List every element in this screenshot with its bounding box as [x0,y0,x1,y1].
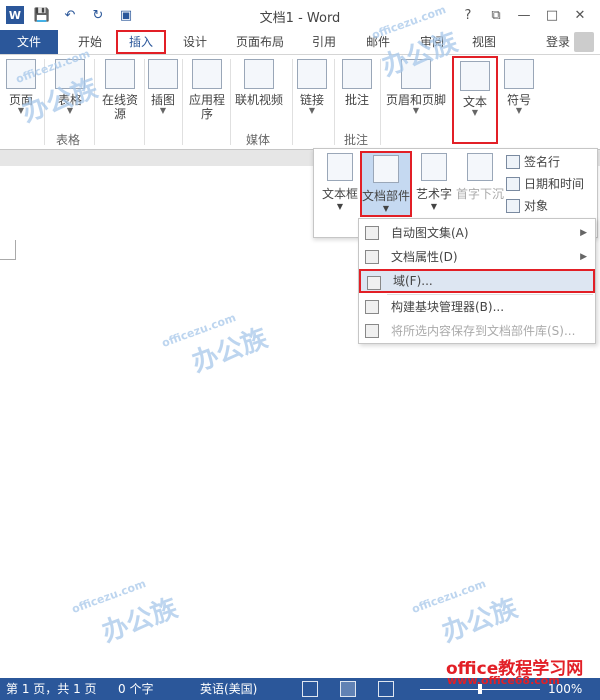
group-label-table: 表格 [56,133,81,147]
field-icon [367,276,381,290]
web-layout-icon[interactable] [378,681,394,697]
menu-item-document-property[interactable]: 文档属性(D) ▶ [359,245,595,269]
group-label-media: 媒体 [246,133,271,147]
login-link[interactable]: 登录 [546,32,570,52]
read-mode-icon[interactable] [302,681,318,697]
word-count[interactable]: 0 个字 [118,682,153,696]
chevron-down-icon: ▼ [382,204,390,213]
illustration-icon [148,59,178,89]
text-icon [460,61,490,91]
tab-file[interactable]: 文件 [0,30,58,54]
comment-icon [342,59,372,89]
print-layout-icon[interactable] [340,681,356,697]
page-count[interactable]: 第 1 页，共 1 页 [6,682,97,696]
online-video-button[interactable]: 联机视频 [234,59,284,107]
tab-layout[interactable]: 页面布局 [228,31,292,53]
tab-home[interactable]: 开始 [70,31,110,53]
title-bar: W 💾 ↶ ↻ ▣ 文档1 - Word ? ⧉ — □ ✕ [0,0,600,30]
tab-view[interactable]: 视图 [466,31,502,53]
text-small-items: 签名行 日期和时间 对象 [506,151,596,217]
online-resource-icon [105,59,135,89]
chevron-right-icon: ▶ [580,252,587,262]
save-selection-icon [365,324,379,338]
minimize-button[interactable]: — [510,4,538,26]
document-parts-menu: 自动图文集(A) ▶ 文档属性(D) ▶ 域(F)... 构建基块管理器(B).… [358,218,596,344]
illustration-button[interactable]: 插图 ▼ [146,59,180,115]
chevron-down-icon: ▼ [412,106,420,115]
menu-item-field[interactable]: 域(F)... [359,269,595,293]
help-button[interactable]: ? [454,4,482,26]
chevron-right-icon: ▶ [580,228,587,238]
menu-item-autotext[interactable]: 自动图文集(A) ▶ [359,221,595,245]
signature-line-button[interactable]: 签名行 [506,151,596,173]
margin-marker [0,240,16,260]
text-button[interactable]: 文本 ▼ [452,56,498,144]
object-icon [506,199,520,213]
ribbon-display-button[interactable]: ⧉ [482,4,510,26]
textbox-button[interactable]: 文本框 ▼ [318,153,362,211]
drop-cap-button: 首字下沉 [456,153,504,202]
chevron-down-icon: ▼ [471,108,479,117]
tab-design[interactable]: 设计 [174,31,216,53]
tab-references[interactable]: 引用 [306,31,342,53]
wordart-button[interactable]: 艺术字 ▼ [414,153,454,211]
signature-icon [506,155,520,169]
date-time-button[interactable]: 日期和时间 [506,173,596,195]
apps-icon [192,59,222,89]
language-status[interactable]: 英语(美国) [200,682,257,696]
document-property-icon [365,250,379,264]
apps-button[interactable]: 应用程序 [186,59,228,121]
textbox-icon [327,153,353,181]
document-parts-button[interactable]: 文档部件 ▼ [360,151,412,217]
tab-insert[interactable]: 插入 [116,30,166,54]
wordart-icon [421,153,447,181]
chevron-down-icon: ▼ [308,106,316,115]
object-button[interactable]: 对象 [506,195,596,217]
brand-url-watermark: www.office68.com [447,674,560,687]
group-label-comment: 批注 [344,133,369,147]
ribbon-tabs: 文件 开始 插入 设计 页面布局 引用 邮件 审阅 视图 登录 [0,30,600,54]
close-button[interactable]: ✕ [566,4,594,26]
chevron-down-icon: ▼ [515,106,523,115]
drop-cap-icon [467,153,493,181]
maximize-button[interactable]: □ [538,4,566,26]
symbol-button[interactable]: 符号 ▼ [502,59,536,115]
link-icon [297,59,327,89]
window-controls: ? ⧉ — □ ✕ [454,4,594,26]
online-resource-button[interactable]: 在线资源 [98,59,142,121]
document-parts-icon [373,155,399,183]
building-blocks-icon [365,300,379,314]
menu-item-save-to-gallery: 将所选内容保存到文档部件库(S)... [359,319,595,343]
video-icon [244,59,274,89]
chevron-down-icon: ▼ [159,106,167,115]
calendar-icon [506,177,520,191]
chevron-down-icon: ▼ [430,202,438,211]
chevron-down-icon: ▼ [336,202,344,211]
avatar[interactable] [574,32,594,52]
comment-button[interactable]: 批注 [340,59,374,107]
menu-item-building-blocks[interactable]: 构建基块管理器(B)... [359,295,595,319]
symbol-icon [504,59,534,89]
autotext-icon [365,226,379,240]
link-button[interactable]: 链接 ▼ [296,59,328,115]
